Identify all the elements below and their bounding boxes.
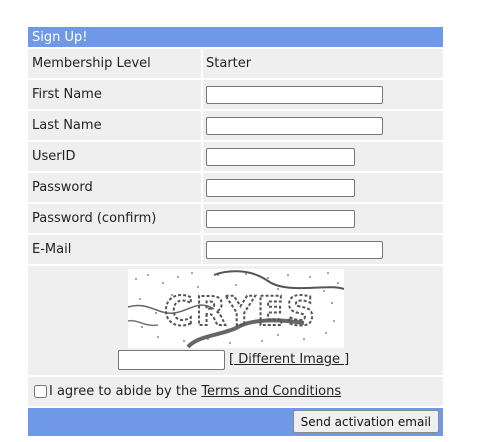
captcha-text: CRYES <box>164 289 317 335</box>
userid-input[interactable] <box>206 147 355 166</box>
password-row: Password <box>28 173 443 204</box>
email-label: E-Mail <box>28 235 203 264</box>
captcha-section: CRYES [ Different Image ] <box>28 266 443 377</box>
form-footer: Send activation email <box>28 408 443 436</box>
password-confirm-row: Password (confirm) <box>28 204 443 235</box>
different-image-link-wrap: [ Different Image ] <box>229 352 349 367</box>
password-confirm-input[interactable] <box>206 209 355 228</box>
membership-level-label: Membership Level <box>28 49 203 78</box>
terms-checkbox[interactable] <box>34 385 47 398</box>
terms-prefix-text: I agree to abide by the <box>49 384 198 399</box>
last-name-label: Last Name <box>28 111 203 140</box>
userid-label: UserID <box>28 142 203 171</box>
membership-level-value: Starter <box>206 56 252 71</box>
password-input[interactable] <box>206 178 355 197</box>
membership-level-row: Membership Level Starter <box>28 49 443 80</box>
first-name-row: First Name <box>28 80 443 111</box>
email-input[interactable] <box>206 240 383 259</box>
form-title: Sign Up! <box>28 27 443 49</box>
password-confirm-label: Password (confirm) <box>28 204 203 233</box>
password-label: Password <box>28 173 203 202</box>
different-image-link[interactable]: Different Image <box>234 352 344 367</box>
first-name-label: First Name <box>28 80 203 109</box>
terms-row: I agree to abide by the Terms and Condit… <box>28 377 443 408</box>
terms-link[interactable]: Terms and Conditions <box>201 384 341 399</box>
first-name-input[interactable] <box>206 85 383 104</box>
send-activation-button[interactable]: Send activation email <box>292 410 439 433</box>
last-name-row: Last Name <box>28 111 443 142</box>
different-image-bracket-close: ] <box>344 352 350 367</box>
captcha-image: CRYES <box>128 269 344 348</box>
email-row: E-Mail <box>28 235 443 266</box>
userid-row: UserID <box>28 142 443 173</box>
last-name-input[interactable] <box>206 116 383 135</box>
signup-form: Sign Up! Membership Level Starter First … <box>28 27 443 436</box>
captcha-input[interactable] <box>118 350 225 370</box>
